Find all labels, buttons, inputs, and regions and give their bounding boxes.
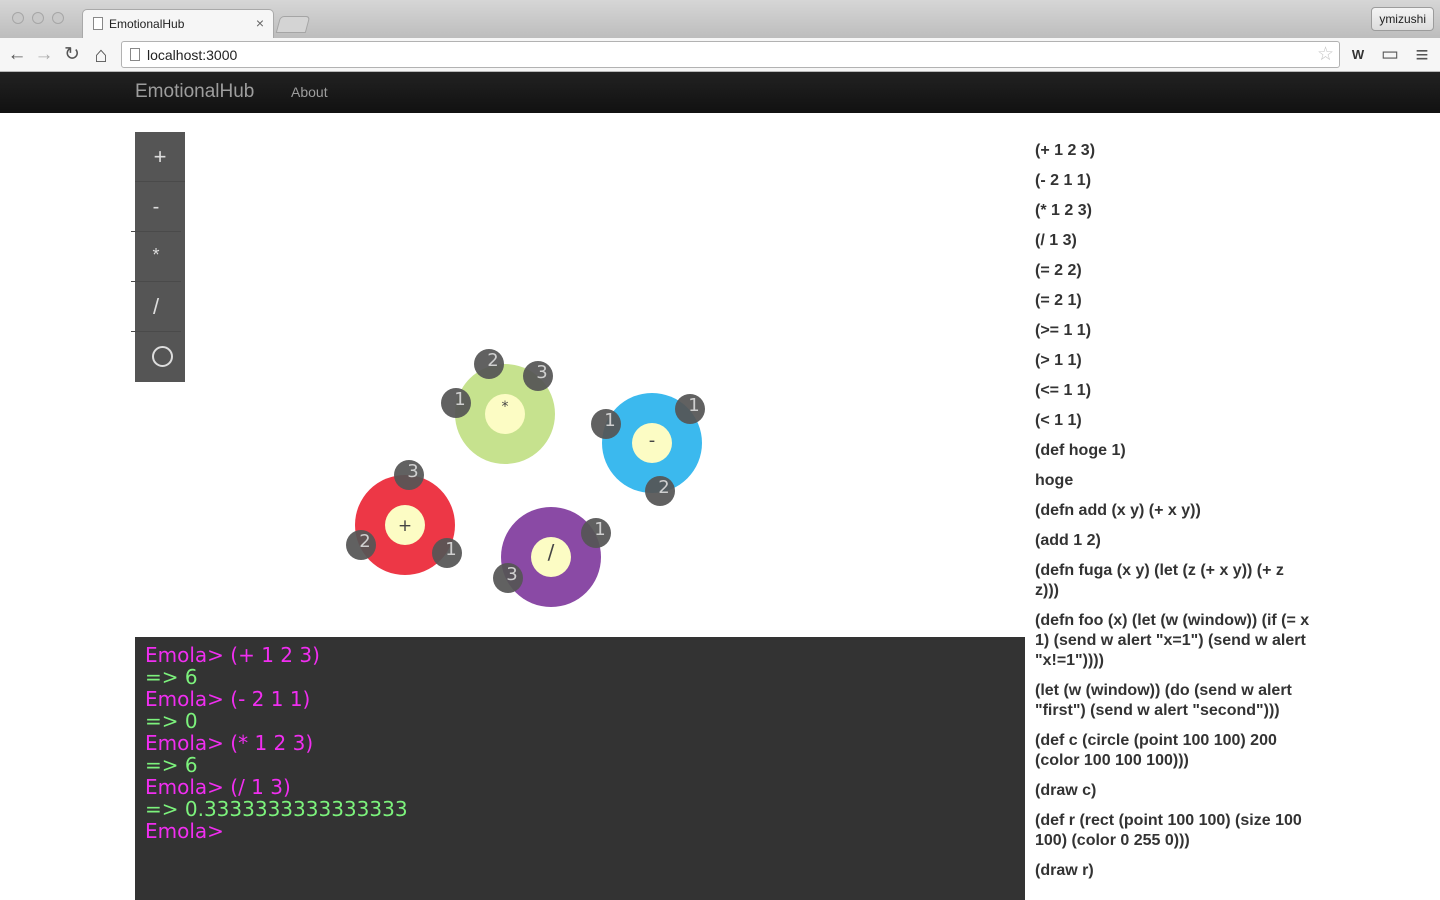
palette-subtract-button[interactable]: - (131, 182, 181, 232)
browser-tab-bar: EmotionalHub × ymizushi (0, 0, 1440, 38)
argument-label: 3 (536, 362, 547, 383)
window-close-button[interactable] (12, 12, 24, 24)
argument-label: 2 (359, 531, 370, 552)
history-item[interactable]: (defn add (x y) (+ x y)) (1035, 501, 1310, 521)
profile-button[interactable]: ymizushi (1371, 7, 1434, 31)
history-item[interactable]: hoge (1035, 471, 1310, 491)
history-item[interactable]: (- 2 1 1) (1035, 171, 1310, 191)
history-item[interactable]: (def r (rect (point 100 100) (size 100 1… (1035, 811, 1310, 851)
window-minimize-button[interactable] (32, 12, 44, 24)
extension-icon[interactable]: W (1345, 42, 1371, 68)
repl-input-line: Emola> (145, 819, 224, 843)
repl-input-line: Emola> (+ 1 2 3) (145, 643, 320, 667)
history-item[interactable]: (>= 1 1) (1035, 321, 1310, 341)
address-bar[interactable]: localhost:3000 ☆ (121, 41, 1340, 68)
argument-label: 1 (594, 519, 605, 540)
history-item[interactable]: (+ 1 2 3) (1035, 141, 1310, 161)
argument-label: 2 (658, 477, 669, 498)
cast-icon[interactable]: ▭ (1377, 42, 1403, 68)
repl-input-line: Emola> (- 2 1 1) (145, 687, 311, 711)
forward-icon[interactable]: → (31, 42, 57, 68)
back-icon[interactable]: ← (4, 42, 30, 68)
app-navbar: EmotionalHub About (0, 72, 1440, 113)
repl-console[interactable]: Emola> (+ 1 2 3) => 6 Emola> (- 2 1 1) => 0… (135, 637, 1025, 900)
window-zoom-button[interactable] (52, 12, 64, 24)
history-item[interactable]: (defn fuga (x y) (let (z (+ x y)) (+ z z… (1035, 561, 1310, 601)
history-item[interactable]: (add 1 2) (1035, 531, 1310, 551)
argument-label: 1 (445, 539, 456, 560)
history-item[interactable]: (= 2 1) (1035, 291, 1310, 311)
history-item[interactable]: (/ 1 3) (1035, 231, 1310, 251)
brand-link[interactable]: EmotionalHub (135, 81, 254, 103)
operator-palette: + - * / (131, 132, 187, 382)
argument-label: 3 (407, 461, 418, 482)
operator-node[interactable]: - 1 1 2 (591, 393, 705, 506)
history-item[interactable]: (* 1 2 3) (1035, 201, 1310, 221)
drawing-canvas[interactable]: * 1 2 3 - 1 1 2 +3 2 1 / 1 3 (185, 113, 1025, 637)
operator-node[interactable]: * 1 2 3 (441, 349, 555, 464)
repl-input-line: Emola> (* 1 2 3) (145, 731, 314, 755)
history-item[interactable]: (def c (circle (point 100 100) 200 (colo… (1035, 731, 1310, 771)
palette-circle-button[interactable] (137, 332, 187, 382)
browser-tab[interactable]: EmotionalHub × (82, 9, 274, 38)
history-item[interactable]: (let (w (window)) (do (send w alert "fir… (1035, 681, 1310, 721)
history-item[interactable]: (< 1 1) (1035, 411, 1310, 431)
repl-output-line: => 6 (145, 665, 198, 689)
expression-history: (+ 1 2 3) (- 2 1 1) (* 1 2 3) (/ 1 3) (= 2 2… (1035, 141, 1310, 891)
repl-output-line: => 6 (145, 753, 198, 777)
history-item[interactable]: (draw r) (1035, 861, 1310, 881)
history-item[interactable]: (> 1 1) (1035, 351, 1310, 371)
repl-input-line: Emola> (/ 1 3) (145, 775, 291, 799)
palette-divide-button[interactable]: / (131, 282, 181, 332)
bookmark-star-icon[interactable]: ☆ (1317, 43, 1334, 66)
browser-toolbar: ← → ↻ ⌂ localhost:3000 ☆ W ▭ ≡ (0, 38, 1440, 72)
operator-label: + (398, 516, 412, 536)
argument-label: 1 (454, 389, 465, 410)
history-item[interactable]: (= 2 2) (1035, 261, 1310, 281)
operator-label: / (548, 540, 555, 564)
argument-label: 2 (487, 350, 498, 371)
history-item[interactable]: (draw c) (1035, 781, 1310, 801)
circle-icon (151, 346, 173, 368)
argument-label: 1 (688, 395, 699, 416)
home-icon[interactable]: ⌂ (88, 42, 114, 68)
argument-label: 1 (604, 410, 615, 431)
tab-close-icon[interactable]: × (256, 15, 264, 31)
history-item[interactable]: (def hoge 1) (1035, 441, 1310, 461)
reload-icon[interactable]: ↻ (59, 42, 85, 68)
history-item[interactable]: (<= 1 1) (1035, 381, 1310, 401)
palette-add-button[interactable]: + (135, 132, 185, 182)
operator-label: - (649, 430, 656, 451)
palette-multiply-button[interactable]: * (131, 232, 181, 282)
operator-node[interactable]: / 1 3 (493, 507, 611, 607)
url-text[interactable]: localhost:3000 (147, 47, 237, 63)
page-icon (130, 48, 140, 61)
tab-title: EmotionalHub (109, 17, 185, 31)
history-item[interactable]: (defn foo (x) (let (w (window)) (if (= x… (1035, 611, 1310, 671)
operator-label: * (502, 399, 509, 415)
menu-icon[interactable]: ≡ (1409, 42, 1435, 68)
page-icon (93, 17, 103, 30)
repl-output-line: => 0.3333333333333333 (145, 797, 408, 821)
new-tab-button[interactable] (275, 16, 311, 33)
argument-label: 3 (506, 564, 517, 585)
repl-output-line: => 0 (145, 709, 198, 733)
operator-node[interactable]: +3 2 1 (346, 460, 462, 575)
nav-about-link[interactable]: About (291, 84, 328, 100)
